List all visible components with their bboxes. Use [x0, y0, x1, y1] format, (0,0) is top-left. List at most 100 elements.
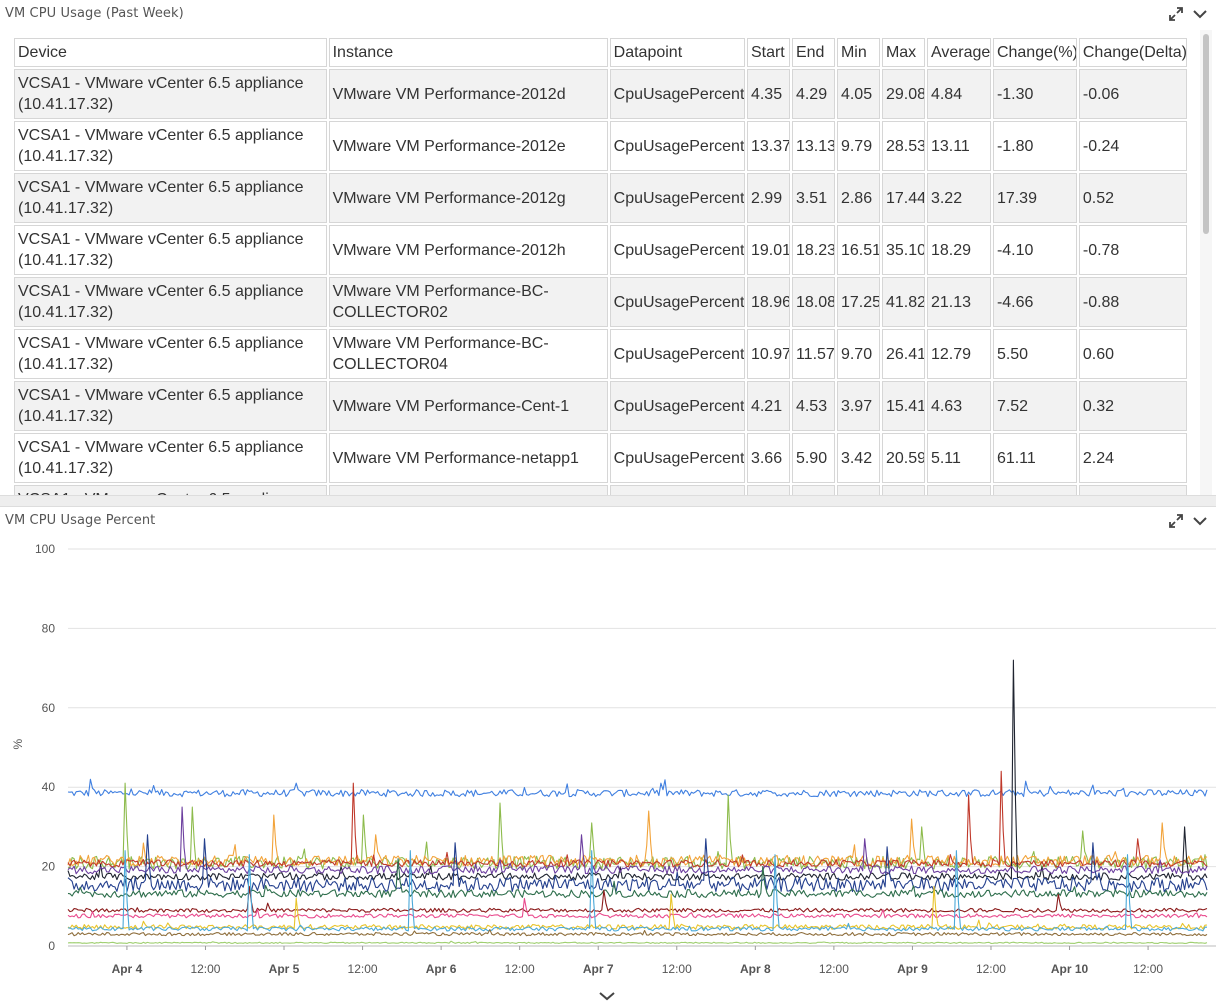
table-row[interactable]: VCSA1 - VMware vCenter 6.5 appliance (10… — [14, 173, 1187, 223]
table-cell: 26.41 — [881, 329, 925, 379]
table-cell: 2.86 — [836, 173, 880, 223]
table-row[interactable]: VCSA1 - VMware vCenter 6.5 appliance (10… — [14, 485, 1187, 495]
widget-controls — [1160, 513, 1208, 529]
table-cell: 18.08 — [791, 277, 835, 327]
y-tick-label: 60 — [42, 701, 56, 715]
table-cell: 19.01 — [746, 225, 790, 275]
scrollbar-thumb[interactable] — [1203, 34, 1209, 234]
table-cell: 4.29 — [791, 69, 835, 119]
table-cell: CpuUsagePercent — [609, 173, 745, 223]
table-cell: 4.05 — [836, 69, 880, 119]
x-tick-label: 12:00 — [348, 962, 378, 976]
table-cell: -4.66 — [992, 277, 1077, 327]
series-line — [67, 659, 1208, 881]
table-cell — [992, 485, 1077, 495]
series-line — [67, 940, 1208, 944]
y-tick-label: 0 — [48, 939, 55, 953]
column-header[interactable]: Instance — [328, 38, 608, 67]
column-header[interactable]: Average — [926, 38, 991, 67]
table-cell: VMware VM Performance-BC-COLLECTOR02 — [328, 277, 608, 327]
table-cell: CpuUsagePercent — [609, 381, 745, 431]
table-row[interactable]: VCSA1 - VMware vCenter 6.5 appliance (10… — [14, 69, 1187, 119]
table-cell: 13.11 — [926, 121, 991, 171]
vm-cpu-usage-table-widget: VM CPU Usage (Past Week) Device Instance D… — [0, 0, 1216, 495]
table-cell: 18.23 — [791, 225, 835, 275]
expand-icon[interactable] — [1168, 6, 1184, 22]
x-tick-label: Apr 10 — [1051, 962, 1089, 976]
cpu-usage-line-chart[interactable]: 0 20 40 60 80 100% Apr 4 12:00 Apr 5 12:00 Apr 6 12… — [0, 537, 1216, 987]
column-header[interactable]: Max — [881, 38, 925, 67]
table-header-row: Device Instance Datapoint Start End Min Max Ave… — [14, 38, 1187, 67]
table-cell — [609, 485, 745, 495]
table-row[interactable]: VCSA1 - VMware vCenter 6.5 appliance (10… — [14, 225, 1187, 275]
table-cell: 41.82 — [881, 277, 925, 327]
table-row[interactable]: VCSA1 - VMware vCenter 6.5 appliance (10… — [14, 433, 1187, 483]
column-header[interactable]: Start — [746, 38, 790, 67]
table-cell: 18.29 — [926, 225, 991, 275]
widget-title: VM CPU Usage (Past Week) — [5, 6, 184, 21]
table-row[interactable]: VCSA1 - VMware vCenter 6.5 appliance (10… — [14, 381, 1187, 431]
table-cell: 4.35 — [746, 69, 790, 119]
table-cell: VCSA1 - VMware vCenter 6.5 appliance (10… — [14, 121, 327, 171]
table-cell: VMware VM Performance-2012d — [328, 69, 608, 119]
chevron-down-icon[interactable] — [598, 987, 616, 1001]
table-cell: 17.44 — [881, 173, 925, 223]
table-scroll-area[interactable]: Device Instance Datapoint Start End Min Max Ave… — [12, 36, 1200, 495]
table-cell — [926, 485, 991, 495]
table-cell: VMware VM Performance-2012g — [328, 173, 608, 223]
table-cell — [746, 485, 790, 495]
widget-header: VM CPU Usage (Past Week) — [0, 0, 1216, 28]
table-cell: 61.11 — [992, 433, 1077, 483]
table-row[interactable]: VCSA1 - VMware vCenter 6.5 appliance (10… — [14, 329, 1187, 379]
table-cell: CpuUsagePercent — [609, 329, 745, 379]
table-cell: VMware VM Performance-Cent-1 — [328, 381, 608, 431]
table-cell — [328, 485, 608, 495]
table-row[interactable]: VCSA1 - VMware vCenter 6.5 appliance (10… — [14, 277, 1187, 327]
column-header[interactable]: Change(%) — [992, 38, 1077, 67]
table-cell: VCSA1 - VMware vCenter 6.5 appliance (10… — [14, 329, 327, 379]
chevron-down-icon[interactable] — [1192, 6, 1208, 22]
widget-header: VM CPU Usage Percent — [0, 507, 1216, 535]
column-header[interactable]: Change(Delta) — [1078, 38, 1187, 67]
widget-controls — [1160, 6, 1208, 22]
table-cell: CpuUsagePercent — [609, 433, 745, 483]
table-scrollbar[interactable] — [1200, 30, 1212, 495]
column-header[interactable]: Device — [14, 38, 327, 67]
table-cell: 7.52 — [992, 381, 1077, 431]
table-cell: CpuUsagePercent — [609, 69, 745, 119]
series-line — [67, 778, 1208, 798]
cpu-usage-table: Device Instance Datapoint Start End Min Max Ave… — [12, 36, 1189, 495]
x-tick-label: 12:00 — [1133, 962, 1163, 976]
table-cell: 4.63 — [926, 381, 991, 431]
table-cell: 0.52 — [1078, 173, 1187, 223]
table-cell: 13.37 — [746, 121, 790, 171]
column-header[interactable]: Min — [836, 38, 880, 67]
expand-icon[interactable] — [1168, 513, 1184, 529]
column-header[interactable]: End — [791, 38, 835, 67]
x-tick-label: Apr 4 — [112, 962, 143, 976]
table-cell: 4.21 — [746, 381, 790, 431]
y-tick-label: 80 — [42, 621, 56, 635]
x-tick-label: Apr 5 — [269, 962, 300, 976]
table-cell: 17.39 — [992, 173, 1077, 223]
column-header[interactable]: Datapoint — [609, 38, 745, 67]
y-tick-label: 20 — [42, 860, 56, 874]
table-cell: VMware VM Performance-2012h — [328, 225, 608, 275]
table-cell: VCSA1 - VMware vCenter 6.5 appliance (10… — [14, 485, 327, 495]
table-cell: VMware VM Performance-2012e — [328, 121, 608, 171]
table-cell: 3.51 — [791, 173, 835, 223]
table-cell: -0.24 — [1078, 121, 1187, 171]
table-cell: 12.79 — [926, 329, 991, 379]
table-cell: 35.10 — [881, 225, 925, 275]
table-cell: 18.96 — [746, 277, 790, 327]
table-cell: 17.25 — [836, 277, 880, 327]
table-row[interactable]: VCSA1 - VMware vCenter 6.5 appliance (10… — [14, 121, 1187, 171]
table-cell: VMware VM Performance-netapp1 — [328, 433, 608, 483]
series-line — [67, 885, 1208, 930]
chevron-down-icon[interactable] — [1192, 513, 1208, 529]
table-cell: VMware VM Performance-BC-COLLECTOR04 — [328, 329, 608, 379]
table-cell: 0.60 — [1078, 329, 1187, 379]
x-tick-label: 12:00 — [662, 962, 692, 976]
table-cell: 9.79 — [836, 121, 880, 171]
table-cell: -0.88 — [1078, 277, 1187, 327]
